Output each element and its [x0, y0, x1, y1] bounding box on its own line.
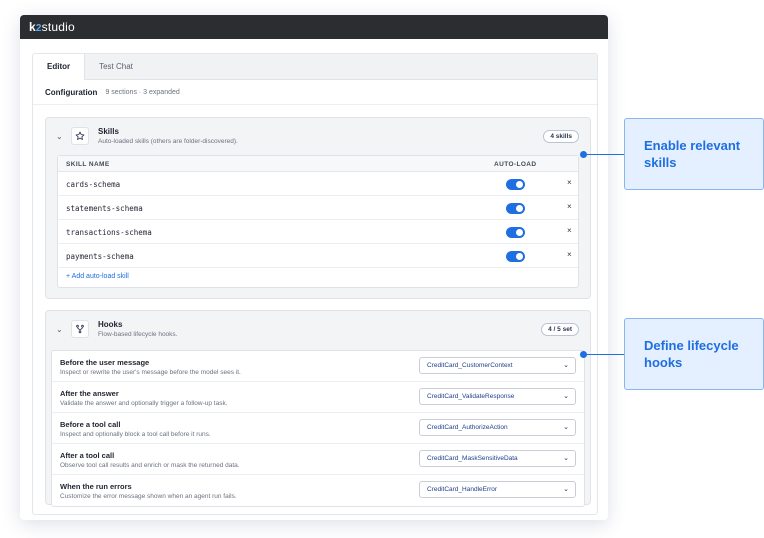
- hook-flow-select[interactable]: CreditCard_CustomerContext ⌄: [419, 357, 576, 374]
- app-logo: k2studio: [29, 20, 75, 34]
- hook-title: After a tool call: [60, 451, 115, 460]
- callout-define-hooks: Define lifecycle hooks: [624, 318, 764, 390]
- skills-subtitle: Auto-loaded skills (others are folder-di…: [98, 138, 238, 145]
- hook-title: Before a tool call: [60, 420, 121, 429]
- skills-table-header: SKILL NAME AUTO-LOAD: [58, 156, 578, 172]
- remove-icon[interactable]: ×: [567, 202, 572, 211]
- auto-load-toggle[interactable]: [506, 179, 525, 190]
- hooks-list: Before the user message Inspect or rewri…: [51, 350, 585, 507]
- hooks-subtitle: Flow-based lifecycle hooks.: [98, 331, 178, 338]
- hooks-title: Hooks: [98, 320, 123, 329]
- remove-icon[interactable]: ×: [567, 226, 572, 235]
- configuration-meta: 9 sections · 3 expanded: [105, 88, 180, 96]
- hook-description: Observe tool call results and enrich or …: [60, 462, 240, 469]
- hook-description: Inspect or rewrite the user's message be…: [60, 369, 241, 376]
- configuration-header: Configuration 9 sections · 3 expanded: [33, 80, 597, 105]
- skill-name: cards-schema: [66, 180, 121, 189]
- chevron-down-icon: ⌄: [563, 393, 569, 400]
- remove-icon[interactable]: ×: [567, 250, 572, 259]
- tab-editor[interactable]: Editor: [33, 54, 86, 80]
- tab-bar: Editor Test Chat: [33, 54, 597, 80]
- list-item: When the run errors Customize the error …: [52, 475, 584, 506]
- hooks-section: ⌄ Hooks Flow-based lifecycle hooks. 4 / …: [45, 310, 591, 507]
- skills-title: Skills: [98, 127, 119, 136]
- chevron-down-icon: ⌄: [563, 362, 569, 369]
- skills-table: SKILL NAME AUTO-LOAD cards-schema × stat…: [57, 155, 579, 288]
- list-item: After the answer Validate the answer and…: [52, 382, 584, 413]
- table-row: payments-schema ×: [58, 244, 578, 268]
- skill-name: payments-schema: [66, 252, 134, 261]
- hook-title: After the answer: [60, 389, 119, 398]
- hook-description: Inspect and optionally block a tool call…: [60, 431, 211, 438]
- hook-title: Before the user message: [60, 358, 150, 367]
- callout-connector: [584, 354, 624, 355]
- hook-title: When the run errors: [60, 482, 132, 491]
- table-row: transactions-schema ×: [58, 220, 578, 244]
- hook-description: Customize the error message shown when a…: [60, 493, 237, 500]
- star-icon: [71, 127, 89, 145]
- skills-section: ⌄ Skills Auto-loaded skills (others are …: [45, 117, 591, 299]
- hook-flow-select[interactable]: CreditCard_ValidateResponse ⌄: [419, 388, 576, 405]
- callout-connector: [584, 154, 624, 155]
- hook-flow-select[interactable]: CreditCard_AuthorizeAction ⌄: [419, 419, 576, 436]
- auto-load-toggle[interactable]: [506, 251, 525, 262]
- hook-description: Validate the answer and optionally trigg…: [60, 400, 228, 407]
- app-window: k2studio Editor Test Chat Configuration …: [20, 15, 608, 520]
- skills-count-badge: 4 skills: [543, 130, 579, 143]
- table-row: cards-schema ×: [58, 172, 578, 196]
- hooks-count-badge: 4 / 5 set: [541, 323, 579, 336]
- hooks-section-header[interactable]: ⌄ Hooks Flow-based lifecycle hooks. 4 / …: [46, 311, 590, 348]
- auto-load-toggle[interactable]: [506, 227, 525, 238]
- hook-flow-select[interactable]: CreditCard_HandleError ⌄: [419, 481, 576, 498]
- editor-panel: Editor Test Chat Configuration 9 section…: [32, 53, 598, 515]
- tab-test-chat[interactable]: Test Chat: [85, 54, 147, 79]
- configuration-title: Configuration: [45, 87, 98, 97]
- chevron-down-icon: ⌄: [563, 455, 569, 462]
- branch-icon: [71, 320, 89, 338]
- hook-flow-select[interactable]: CreditCard_MaskSensitiveData ⌄: [419, 450, 576, 467]
- auto-load-toggle[interactable]: [506, 203, 525, 214]
- skill-name: statements-schema: [66, 204, 143, 213]
- chevron-down-icon: ⌄: [563, 424, 569, 431]
- chevron-down-icon[interactable]: ⌄: [56, 325, 63, 334]
- list-item: After a tool call Observe tool call resu…: [52, 444, 584, 475]
- callout-enable-skills: Enable relevant skills: [624, 118, 764, 190]
- chevron-down-icon: ⌄: [563, 486, 569, 493]
- remove-icon[interactable]: ×: [567, 178, 572, 187]
- add-auto-load-skill-link[interactable]: + Add auto-load skill: [58, 268, 578, 287]
- skill-name: transactions-schema: [66, 228, 152, 237]
- title-bar: k2studio: [20, 15, 608, 39]
- skills-section-header[interactable]: ⌄ Skills Auto-loaded skills (others are …: [46, 118, 590, 155]
- list-item: Before the user message Inspect or rewri…: [52, 351, 584, 382]
- column-header-skill-name: SKILL NAME: [66, 161, 110, 168]
- column-header-auto-load: AUTO-LOAD: [494, 161, 537, 168]
- list-item: Before a tool call Inspect and optionall…: [52, 413, 584, 444]
- table-row: statements-schema ×: [58, 196, 578, 220]
- chevron-down-icon[interactable]: ⌄: [56, 132, 63, 141]
